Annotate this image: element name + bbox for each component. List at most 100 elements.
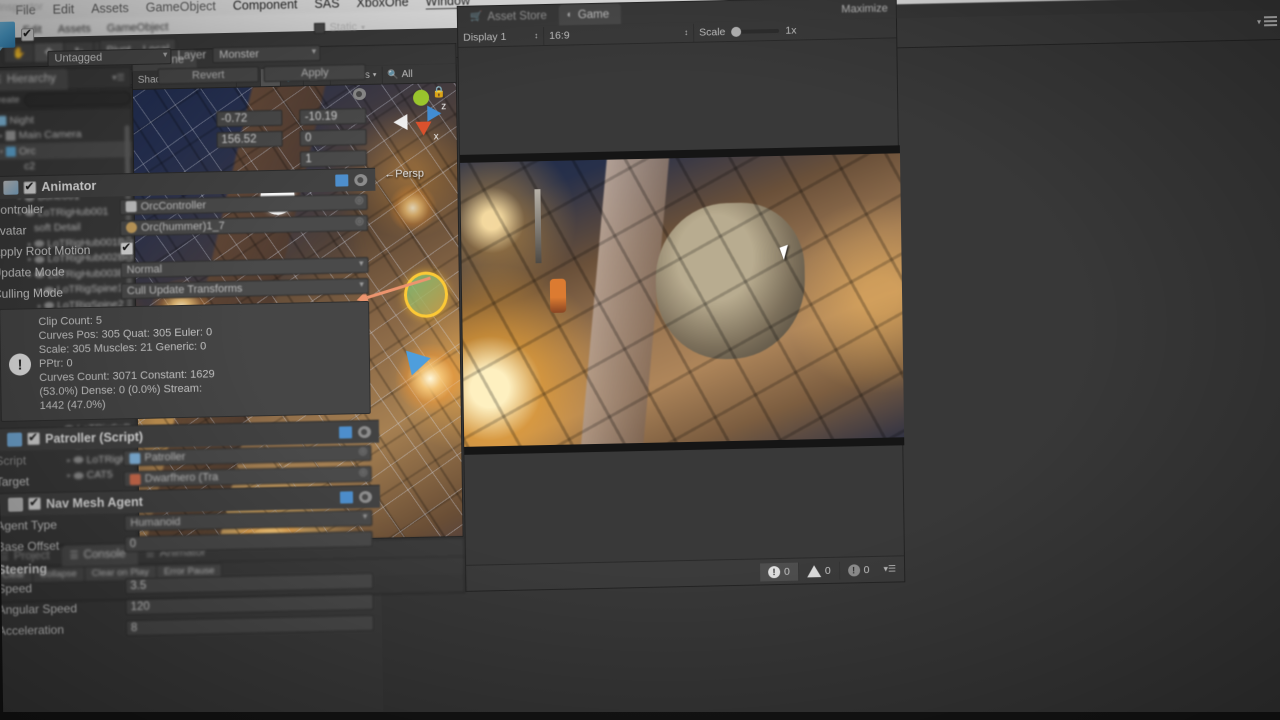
gameobject-enabled-checkbox[interactable] [21, 27, 35, 41]
transform-z-field[interactable]: -10.19 [299, 107, 367, 125]
scale-value: 1x [785, 24, 797, 37]
editor-screen:  File Edit Assets GameObject Component … [0, 0, 1280, 720]
display-dropdown[interactable]: Display 1 ↕ [458, 26, 545, 47]
scene-lock-icon[interactable]: 🔒 [432, 85, 446, 98]
steering-value-field[interactable]: 3.5 [125, 572, 374, 595]
cube-icon [5, 146, 16, 157]
prefab-cube-icon [0, 21, 16, 49]
static-checkbox[interactable] [314, 22, 326, 34]
hierarchy-tab-label: Hierarchy [6, 72, 57, 86]
axis-y-handle[interactable] [412, 89, 430, 106]
steering-value-field[interactable]: 8 [125, 614, 374, 637]
transform-y-field[interactable]: 156.52 [216, 130, 284, 148]
property-label: Culling Mode [0, 285, 64, 301]
cam-icon [5, 130, 16, 142]
hierarchy-item-label: c2 [23, 160, 36, 173]
scale-slider[interactable] [731, 26, 780, 37]
layer-dropdown[interactable]: Monster [212, 44, 321, 64]
component-foldout-icon[interactable]: ▼ [0, 500, 3, 509]
axis-neg-handle[interactable] [393, 114, 408, 131]
aspect-label: 16:9 [549, 28, 570, 42]
object-field[interactable]: OrcController [119, 193, 368, 215]
object-field[interactable]: Patroller [123, 444, 372, 467]
axis-z-handle[interactable] [427, 105, 442, 122]
property-label: Agent Type [0, 517, 57, 534]
console-options-icon[interactable]: ▾☰ [883, 563, 896, 574]
steering-value-field[interactable]: 120 [125, 593, 374, 616]
component-enabled-checkbox[interactable] [23, 180, 37, 194]
scene-icon [0, 115, 7, 126]
animator-icon [3, 180, 19, 195]
component-title: Patroller (Script) [45, 429, 144, 446]
axis-y-label: y [415, 83, 420, 85]
static-toggle[interactable]: Static ▾ [314, 21, 365, 34]
aspect-dropdown[interactable]: 16:9 ↕ [544, 23, 695, 45]
reference-icon[interactable] [339, 490, 354, 504]
error-count[interactable]: ! 0 [759, 562, 799, 581]
transform-z-field[interactable]: 1 [300, 149, 368, 167]
dropdown-field[interactable]: Normal [120, 256, 369, 278]
object-field[interactable]: Orc(hummer)1_7 [119, 214, 369, 236]
hierarchy-icon: ☰ [0, 74, 2, 85]
property-label: Base Offset [0, 538, 60, 555]
component-enabled-checkbox[interactable] [27, 432, 41, 446]
transform-z-field[interactable]: 0 [299, 128, 367, 146]
gear-icon[interactable] [354, 173, 368, 187]
info-line: 1442 (47.0%) [39, 399, 106, 413]
info-count[interactable]: ! 0 [840, 560, 878, 579]
maximize-button[interactable]: Maximize [841, 2, 896, 15]
layer-label: Layer [177, 49, 207, 63]
scene-camera-mode-label[interactable]: ←Persp [384, 168, 424, 181]
dropdown-field[interactable]: Cull Update Transforms [120, 277, 369, 299]
dropdown-field[interactable]: Humanoid [124, 509, 373, 532]
component-nav-mesh-agent[interactable]: ▼ Nav Mesh Agent Agent Type Humanoid Base Of… [0, 484, 383, 642]
reference-icon[interactable] [338, 425, 353, 439]
property-label: Target [0, 474, 30, 490]
property-label: Update Mode [0, 264, 65, 280]
steering-label: Angular Speed [0, 601, 78, 618]
ctrl-icon [125, 200, 137, 213]
console-status-bar[interactable]: ! 0 0 ! 0 ▾☰ [466, 555, 905, 591]
component-animator[interactable]: ▼AnimatorControllerOrcControllerAvatarOr… [0, 167, 379, 422]
inspector-tab-label: Inspector [0, 0, 44, 14]
tab-hierarchy[interactable]: ☰ Hierarchy [0, 67, 69, 91]
menu-gameobject[interactable]: GameObject [107, 21, 169, 34]
game-view-panel[interactable]: 🛒 Asset Store ◐ Game Maximize Display 1 … [456, 0, 906, 592]
prefab-revert-button[interactable]: Revert [157, 66, 260, 85]
game-player-character [549, 278, 567, 313]
tag-dropdown[interactable]: Untagged [47, 48, 172, 67]
create-button[interactable]: Create [0, 94, 20, 106]
tab-asset-store[interactable]: 🛒 Asset Store [462, 5, 559, 28]
axis-z-label: z [441, 101, 447, 113]
hierarchy-options-icon[interactable]: ▾☰ [112, 72, 131, 83]
hierarchy-search-input[interactable] [23, 90, 132, 107]
prefab-apply-button[interactable]: Apply [263, 63, 366, 83]
warning-icon [806, 564, 821, 577]
layout-menu-button[interactable]: ▾ [1257, 16, 1278, 27]
component-enabled-checkbox[interactable] [27, 497, 42, 511]
value-field[interactable]: 0 [124, 530, 373, 553]
component-title: Nav Mesh Agent [45, 494, 143, 511]
gear-icon[interactable] [357, 425, 372, 438]
object-field[interactable]: Dwarfhero (Tra [123, 465, 372, 488]
menu-assets[interactable]: Assets [58, 23, 91, 36]
object-field-value: Patroller [144, 451, 186, 464]
component-patroller-script-[interactable]: ▼ Patroller (Script) Script Patroller Target… [0, 419, 380, 493]
layout-hamburger-icon[interactable] [1263, 16, 1278, 27]
game-tab-label: Game [577, 8, 610, 21]
component-foldout-icon[interactable]: ▼ [0, 435, 2, 444]
transform-y-field[interactable]: -0.72 [215, 109, 283, 127]
game-viewport[interactable] [459, 145, 905, 455]
gear-icon[interactable] [358, 490, 373, 503]
axis-x-handle[interactable] [415, 121, 432, 136]
property-label: Apply Root Motion [0, 242, 91, 259]
object-field-value: OrcController [140, 198, 207, 213]
warning-count[interactable]: 0 [798, 561, 840, 581]
reference-icon[interactable] [335, 174, 349, 187]
scene-search-input[interactable]: 🔍 All [382, 65, 418, 83]
property-checkbox[interactable] [120, 242, 134, 256]
game-lamp-post [534, 189, 542, 264]
hierarchy-item-label: Night [9, 113, 34, 127]
tab-game[interactable]: ◐ Game [558, 3, 622, 26]
scale-slider-group[interactable]: Scale 1x [694, 21, 802, 41]
